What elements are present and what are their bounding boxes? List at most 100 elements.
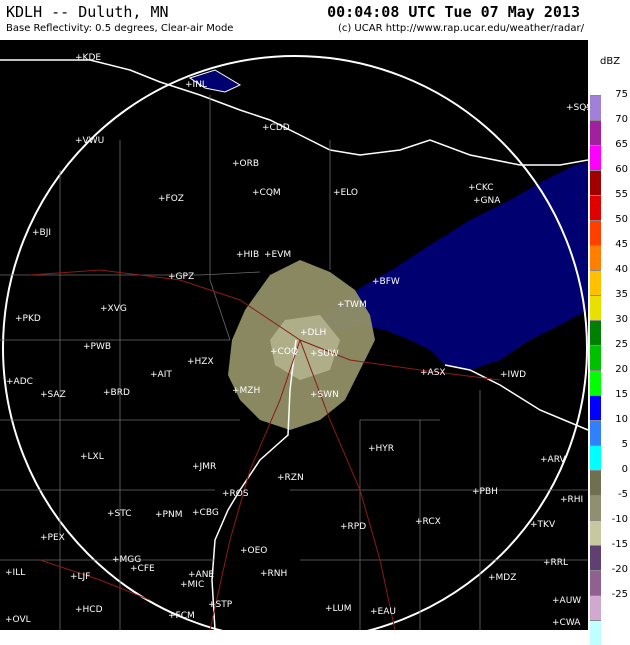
legend-label: -15 [611,539,628,550]
city-label: +HIB [236,250,259,260]
city-label: +PBH [472,487,498,497]
legend-swatch [590,595,601,620]
legend-swatch [590,570,601,595]
city-label: +SUW [310,349,339,359]
dbz-legend: dBZ 75 70 65 60 55 50 45 40 35 30 25 20 15 10 5 0 -5 -10-… [588,40,630,645]
city-label: +GPZ [168,272,194,282]
city-label: +CBG [192,508,219,518]
city-label: +MDZ [488,573,516,583]
legend-label: 70 [615,114,628,125]
legend-swatch [590,220,601,245]
legend-swatch [590,195,601,220]
city-label: +ARV [540,455,566,465]
city-label: +KDE [75,53,101,63]
legend-swatch [590,345,601,370]
legend-swatch [590,545,601,570]
city-label: +ASX [420,368,446,378]
legend-swatch [590,145,601,170]
legend-swatch [590,445,601,470]
legend-swatch [590,395,601,420]
city-label: +HZX [187,357,214,367]
city-label: +BRD [103,388,130,398]
legend-swatch [590,495,601,520]
legend-label: -10 [611,514,628,525]
city-label: +MIC [180,580,204,590]
legend-label: 65 [615,139,628,150]
legend-swatch [590,270,601,295]
city-label: +STC [107,509,132,519]
city-label: +LJF [70,572,90,582]
city-label: +OVL [5,615,31,625]
city-label: +OEO [240,546,267,556]
city-label: +HYR [368,444,394,454]
city-label: +XVG [100,304,127,314]
header-bar: KDLH -- Duluth, MN 00:04:08 UTC Tue 07 M… [0,0,630,40]
city-label: +TKV [530,520,556,530]
city-label: +FCM [168,611,195,621]
city-label: +IWD [500,370,526,380]
city-label: +CQM [252,188,281,198]
credit-url: (c) UCAR http://www.rap.ucar.edu/weather… [337,23,584,34]
city-label: +LXL [80,452,104,462]
legend-label: -5 [618,489,628,500]
city-label: +PKD [15,314,41,324]
city-label: +LUM [325,604,351,614]
city-label: +TWM [337,300,367,310]
city-label: +SAZ [40,390,66,400]
legend-swatch [590,95,601,120]
city-label: +CWA [552,618,581,628]
legend-swatch [590,420,601,445]
city-label: +CDD [262,123,290,133]
city-label: +STP [208,600,233,610]
radar-map: +KDE +INL +CDD +VWU +ORB +CQM +ELO +FOZ +CKC +GNA… [0,40,588,630]
legend-unit: dBZ [600,56,621,67]
city-label: +CFE [130,564,155,574]
city-label: +MZH [232,386,260,396]
timestamp: 00:04:08 UTC Tue 07 May 2013 [327,3,580,21]
city-label: +PNM [155,510,182,520]
city-label: +RPD [340,522,366,532]
legend-swatch [590,245,601,270]
city-label: +PEX [40,533,65,543]
legend-swatch [590,295,601,320]
city-label: +AUW [552,596,581,606]
city-label: +ADC [6,377,33,387]
legend-label: 15 [615,389,628,400]
legend-label: 60 [615,164,628,175]
legend-label: 45 [615,239,628,250]
city-label: +DLH [300,328,326,338]
legend-label: 50 [615,214,628,225]
legend-label: 0 [621,464,628,475]
station-title: KDLH -- Duluth, MN [6,3,169,21]
scan-mode: Base Reflectivity: 0.5 degrees, Clear-ai… [6,23,234,34]
city-label: +RHI [560,495,583,505]
legend-label: 55 [615,189,628,200]
city-label: +ROS [222,489,249,499]
legend-label: 5 [621,439,628,450]
city-label: +HCD [75,605,103,615]
city-label: +GNA [473,196,501,206]
legend-swatch [590,620,601,645]
city-label: +ORB [232,159,259,169]
city-label: +ANE [188,570,214,580]
city-label: +RZN [277,473,304,483]
city-label: +ELO [333,188,358,198]
legend-swatch [590,120,601,145]
city-label: +RRL [543,558,568,568]
city-labels: +KDE +INL +CDD +VWU +ORB +CQM +ELO +FOZ +CKC +GNA… [5,53,588,628]
legend-swatch [590,470,601,495]
city-label: +PWB [83,342,111,352]
city-label: +ILL [5,568,25,578]
city-label: +SWN [310,390,339,400]
city-label: +COQ [270,347,298,357]
legend-label: 10 [615,414,628,425]
legend-swatch [590,520,601,545]
legend-label: 20 [615,364,628,375]
city-label: +EAU [370,607,396,617]
legend-swatch [590,170,601,195]
city-label: +AIT [150,370,172,380]
legend-label: 30 [615,314,628,325]
legend-label: 35 [615,289,628,300]
city-label: +JMR [192,462,216,472]
legend-label: -20 [611,564,628,575]
